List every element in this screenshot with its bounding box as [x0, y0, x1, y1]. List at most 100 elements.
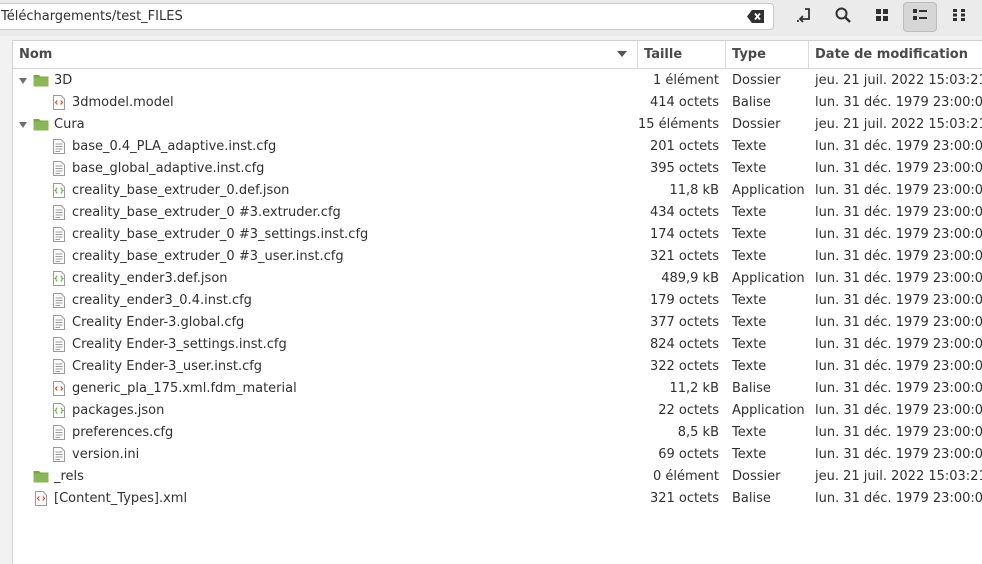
file-row[interactable]: Creality Ender-3_user.inst.cfg 322 octets… — [13, 356, 982, 378]
file-name: _rels — [54, 469, 84, 484]
file-date-modified: lun. 31 déc. 1979 23:00:00 — [815, 205, 982, 220]
file-size: 322 octets — [649, 359, 719, 374]
file-date-modified: jeu. 21 juil. 2022 15:03:21 — [815, 117, 982, 132]
file-row[interactable]: packages.json 22 octets Application lun. 31… — [13, 400, 982, 422]
file-row[interactable]: 3dmodel.model 414 octets Balise lun. 31 déc… — [13, 92, 982, 114]
file-size: 395 octets — [649, 161, 719, 176]
file-size: 11,8 kB — [669, 183, 719, 198]
search-button[interactable] — [826, 2, 860, 32]
markup-file-icon — [35, 491, 47, 514]
file-row[interactable]: creality_base_extruder_0 #3_settings.ins… — [13, 224, 982, 246]
location-path[interactable]: Téléchargements/test_FILES — [1, 9, 183, 24]
file-size: 22 octets — [658, 403, 719, 418]
file-name: creality_ender3.def.json — [72, 271, 228, 286]
list-view-icon — [912, 8, 928, 26]
file-row[interactable]: creality_base_extruder_0.def.json 11,8 kB… — [13, 180, 982, 202]
file-type: Texte — [732, 315, 767, 330]
file-date-modified: lun. 31 déc. 1979 23:00:00 — [815, 491, 982, 506]
file-size: 201 octets — [649, 139, 719, 154]
column-header-date[interactable]: Date de modification — [808, 41, 982, 68]
file-type: Dossier — [732, 117, 781, 132]
file-size: 321 octets — [649, 491, 719, 506]
location-toggle-button[interactable] — [787, 2, 821, 32]
file-name: [Content_Types].xml — [54, 491, 188, 506]
file-row[interactable]: base_0.4_PLA_adaptive.inst.cfg 201 octets… — [13, 136, 982, 158]
file-row[interactable]: creality_ender3.def.json 489,9 kB Applicat… — [13, 268, 982, 290]
file-name: creality_base_extruder_0 #3_settings.ins… — [72, 227, 369, 242]
column-header-name-label: Nom — [19, 47, 53, 62]
file-name: preferences.cfg — [72, 425, 174, 440]
file-size: 321 octets — [649, 249, 719, 264]
file-type: Balise — [732, 491, 771, 506]
file-row[interactable]: _rels 0 élément Dossier jeu. 21 juil. 2022 … — [13, 466, 982, 488]
file-row[interactable]: preferences.cfg 8,5 kB Texte lun. 31 déc. 1… — [13, 422, 982, 444]
file-date-modified: lun. 31 déc. 1979 23:00:00 — [815, 315, 982, 330]
file-size: 434 octets — [649, 205, 719, 220]
grid-icon — [875, 8, 889, 26]
file-size: 8,5 kB — [677, 425, 719, 440]
column-header-type[interactable]: Type — [725, 41, 808, 68]
file-row[interactable]: base_global_adaptive.inst.cfg 395 octets T… — [13, 158, 982, 180]
sort-descending-icon[interactable] — [617, 51, 627, 57]
header-bar: Téléchargements/test_FILES — [0, 0, 982, 36]
file-row[interactable]: [Content_Types].xml 321 octets Balise lun. … — [13, 488, 982, 510]
file-date-modified: lun. 31 déc. 1979 23:00:00 — [815, 183, 982, 198]
file-type: Texte — [732, 139, 767, 154]
file-row[interactable]: Creality Ender-3_settings.inst.cfg 824 oc… — [13, 334, 982, 356]
file-size: 414 octets — [649, 95, 719, 110]
compact-view-button[interactable] — [942, 2, 976, 32]
file-name: creality_base_extruder_0.def.json — [72, 183, 290, 198]
file-row[interactable]: Creality Ender-3.global.cfg 377 octets Tex… — [13, 312, 982, 334]
file-row[interactable]: creality_ender3_0.4.inst.cfg 179 octets Te… — [13, 290, 982, 312]
file-date-modified: jeu. 21 juil. 2022 15:03:21 — [815, 469, 982, 484]
file-date-modified: lun. 31 déc. 1979 23:00:00 — [815, 227, 982, 242]
file-type: Balise — [732, 95, 771, 110]
column-header-name[interactable]: Nom — [13, 41, 637, 68]
file-name: Cura — [54, 117, 85, 132]
file-date-modified: lun. 31 déc. 1979 23:00:00 — [815, 249, 982, 264]
file-row[interactable]: Cura 15 éléments Dossier jeu. 21 juil. 2022… — [13, 114, 982, 136]
file-size: 489,9 kB — [661, 271, 719, 286]
file-type: Application — [732, 183, 805, 198]
file-date-modified: lun. 31 déc. 1979 23:00:00 — [815, 381, 982, 396]
file-rows: 3D 1 élément Dossier jeu. 21 juil. 2022 15:… — [13, 70, 982, 510]
file-name: 3dmodel.model — [72, 95, 174, 110]
file-type: Application — [732, 403, 805, 418]
file-row[interactable]: generic_pla_175.xml.fdm_material 11,2 kB B… — [13, 378, 982, 400]
file-type: Texte — [732, 161, 767, 176]
location-bar[interactable]: Téléchargements/test_FILES — [0, 3, 774, 30]
column-header-type-label: Type — [732, 47, 766, 62]
column-header-size-label: Taille — [644, 47, 683, 62]
file-name: creality_base_extruder_0 #3_user.inst.cf… — [72, 249, 344, 264]
column-header-size[interactable]: Taille — [637, 41, 725, 68]
file-size: 179 octets — [649, 293, 719, 308]
expander-chevron-down-icon[interactable] — [19, 122, 27, 128]
file-date-modified: lun. 31 déc. 1979 23:00:00 — [815, 95, 982, 110]
file-name: Creality Ender-3_user.inst.cfg — [72, 359, 263, 374]
file-type: Balise — [732, 381, 771, 396]
file-type: Texte — [732, 359, 767, 374]
file-type: Texte — [732, 293, 767, 308]
file-size: 69 octets — [658, 447, 719, 462]
clear-location-icon[interactable] — [747, 9, 765, 24]
file-name: version.ini — [72, 447, 140, 462]
file-row[interactable]: creality_base_extruder_0 #3.extruder.cfg… — [13, 202, 982, 224]
file-name: base_0.4_PLA_adaptive.inst.cfg — [72, 139, 277, 154]
file-type: Texte — [732, 227, 767, 242]
file-row[interactable]: version.ini 69 octets Texte lun. 31 déc. 19… — [13, 444, 982, 466]
file-type: Dossier — [732, 469, 781, 484]
search-icon — [834, 6, 852, 28]
file-row[interactable]: creality_base_extruder_0 #3_user.inst.cf… — [13, 246, 982, 268]
expander-chevron-down-icon[interactable] — [19, 78, 27, 84]
file-date-modified: lun. 31 déc. 1979 23:00:00 — [815, 359, 982, 374]
file-row[interactable]: 3D 1 élément Dossier jeu. 21 juil. 2022 15:… — [13, 70, 982, 92]
file-date-modified: lun. 31 déc. 1979 23:00:00 — [815, 139, 982, 154]
icon-view-button[interactable] — [865, 2, 899, 32]
list-view-button[interactable] — [903, 2, 937, 32]
file-list-view: Nom Taille Type Date de modification 3D 1… — [12, 40, 982, 564]
location-toggle-icon — [795, 6, 813, 28]
file-size: 174 octets — [649, 227, 719, 242]
file-name: 3D — [54, 73, 73, 88]
file-size: 377 octets — [649, 315, 719, 330]
file-name: Creality Ender-3.global.cfg — [72, 315, 245, 330]
